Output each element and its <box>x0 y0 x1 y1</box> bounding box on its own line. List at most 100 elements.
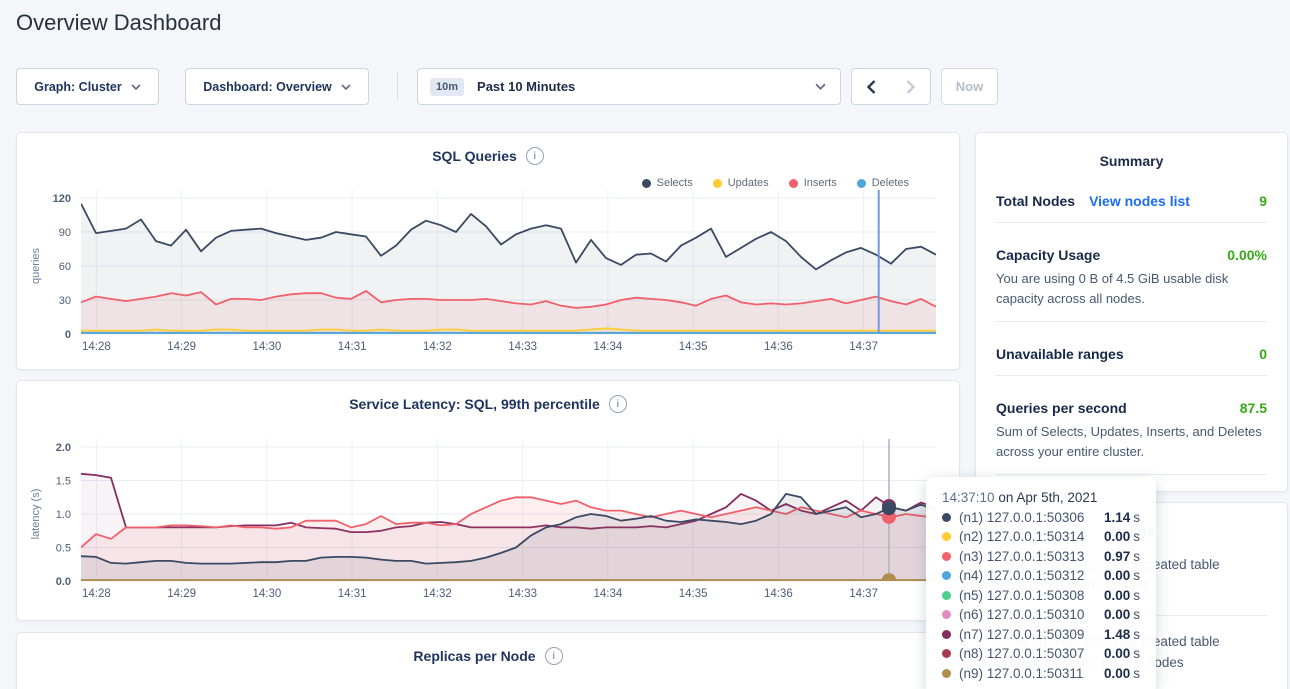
now-button[interactable]: Now <box>941 68 998 105</box>
tooltip-node-label: (n4) 127.0.0.1:50312 <box>959 568 1084 583</box>
tooltip-row: (n6) 127.0.0.1:50310 0.00s <box>942 607 1140 622</box>
tooltip-unit: s <box>1133 607 1140 622</box>
svg-text:14:36: 14:36 <box>764 341 793 353</box>
tooltip-unit: s <box>1133 646 1140 661</box>
svg-text:90: 90 <box>59 227 71 239</box>
divider <box>996 222 1267 223</box>
svg-text:14:33: 14:33 <box>508 588 537 600</box>
tooltip-unit: s <box>1133 549 1140 564</box>
tooltip-row: (n1) 127.0.0.1:50306 1.14s <box>942 510 1140 525</box>
tooltip-row: (n3) 127.0.0.1:50313 0.97s <box>942 549 1140 564</box>
tooltip-node-value: 0.00 <box>1104 568 1130 583</box>
queries-per-second-description: Sum of Selects, Updates, Inserts, and De… <box>996 422 1267 461</box>
svg-text:14:32: 14:32 <box>423 341 452 353</box>
dashboard-selector-dropdown[interactable]: Dashboard: Overview <box>185 68 369 105</box>
chart-hover-tooltip: 14:37:10 on Apr 5th, 2021 (n1) 127.0.0.1… <box>926 477 1156 689</box>
svg-text:0.5: 0.5 <box>56 543 71 555</box>
summary-title: Summary <box>976 133 1287 169</box>
summary-row-queries-per-second: Queries per second 87.5 <box>996 400 1267 416</box>
tooltip-node-label: (n2) 127.0.0.1:50314 <box>959 529 1084 544</box>
tooltip-node-label: (n1) 127.0.0.1:50306 <box>959 510 1084 525</box>
time-range-badge: 10m <box>430 78 464 96</box>
tooltip-unit: s <box>1133 568 1140 583</box>
replicas-per-node-chart-title: Replicas per Node <box>413 648 535 664</box>
tooltip-node-value: 0.00 <box>1104 646 1130 661</box>
chevron-down-icon <box>815 83 826 90</box>
view-nodes-list-link[interactable]: View nodes list <box>1089 193 1190 209</box>
tooltip-node-label: (n7) 127.0.0.1:50309 <box>959 627 1084 642</box>
svg-text:14:34: 14:34 <box>593 588 622 600</box>
chevron-left-icon <box>867 80 876 94</box>
chevron-right-icon <box>906 80 915 94</box>
svg-text:queries: queries <box>30 247 42 284</box>
series-dot <box>942 571 951 580</box>
tooltip-node-value: 0.97 <box>1104 549 1130 564</box>
overview-dashboard-screen: Overview Dashboard Graph: Cluster Dashbo… <box>0 0 1290 689</box>
queries-per-second-value: 87.5 <box>1240 400 1267 416</box>
toolbar-divider <box>397 72 398 101</box>
svg-text:14:31: 14:31 <box>338 341 367 353</box>
tooltip-node-label: (n9) 127.0.0.1:50311 <box>959 666 1083 681</box>
tooltip-date: on Apr 5th, 2021 <box>998 490 1097 505</box>
tooltip-unit: s <box>1133 510 1140 525</box>
capacity-usage-description: You are using 0 B of 4.5 GiB usable disk… <box>996 269 1267 308</box>
tooltip-row: (n7) 127.0.0.1:503091.48s <box>942 627 1140 642</box>
series-dot <box>942 669 951 678</box>
tooltip-unit: s <box>1133 529 1140 544</box>
tooltip-row: (n2) 127.0.0.1:50314 0.00s <box>942 529 1140 544</box>
svg-text:14:35: 14:35 <box>679 588 708 600</box>
series-dot <box>942 513 951 522</box>
sql-queries-card: SQL Queries i SelectsUpdatesInsertsDelet… <box>16 132 960 370</box>
tooltip-row: (n5) 127.0.0.1:503080.00s <box>942 588 1140 603</box>
time-prev-button[interactable] <box>852 69 891 104</box>
capacity-usage-value: 0.00% <box>1227 247 1267 263</box>
graph-selector-dropdown[interactable]: Graph: Cluster <box>16 68 159 105</box>
svg-text:1.5: 1.5 <box>56 476 71 488</box>
tooltip-unit: s <box>1133 666 1140 681</box>
svg-text:14:29: 14:29 <box>167 588 196 600</box>
svg-text:14:37: 14:37 <box>849 588 878 600</box>
series-dot <box>942 630 951 639</box>
tooltip-row: (n4) 127.0.0.1:50312 0.00s <box>942 568 1140 583</box>
time-range-label: Past 10 Minutes <box>477 79 575 94</box>
tooltip-node-label: (n6) 127.0.0.1:50310 <box>959 607 1084 622</box>
divider <box>996 375 1267 376</box>
total-nodes-value: 9 <box>1259 193 1267 209</box>
svg-text:14:30: 14:30 <box>252 588 281 600</box>
svg-text:60: 60 <box>59 261 71 273</box>
graph-selector-label: Graph: Cluster <box>34 80 122 94</box>
tooltip-time: 14:37:10 <box>942 490 995 505</box>
summary-panel: Summary Total Nodes View nodes list 9 Ca… <box>975 132 1288 492</box>
svg-text:14:33: 14:33 <box>508 341 537 353</box>
chevron-down-icon <box>131 84 141 90</box>
tooltip-unit: s <box>1133 627 1140 642</box>
svg-text:14:34: 14:34 <box>593 341 622 353</box>
summary-row-capacity-usage: Capacity Usage 0.00% <box>996 247 1267 263</box>
time-nav-group <box>851 68 931 105</box>
time-range-selector[interactable]: 10m Past 10 Minutes <box>417 68 841 105</box>
svg-text:14:36: 14:36 <box>764 588 793 600</box>
svg-text:14:28: 14:28 <box>82 588 111 600</box>
series-dot <box>942 610 951 619</box>
series-dot <box>942 552 951 561</box>
tooltip-rows: (n1) 127.0.0.1:503061.14s(n2) 127.0.0.1:… <box>942 510 1140 681</box>
svg-text:14:28: 14:28 <box>82 341 111 353</box>
svg-text:14:30: 14:30 <box>252 341 281 353</box>
series-dot <box>942 532 951 541</box>
tooltip-node-label: (n5) 127.0.0.1:50308 <box>959 588 1084 603</box>
unavailable-ranges-value: 0 <box>1259 346 1267 362</box>
tooltip-node-value: 1.14 <box>1104 510 1130 525</box>
chevron-down-icon <box>341 84 351 90</box>
service-latency-card: Service Latency: SQL, 99th percentile i … <box>16 380 960 621</box>
service-latency-chart[interactable]: 0.00.51.01.52.014:2814:2914:3014:3114:32… <box>17 381 961 616</box>
svg-text:30: 30 <box>59 295 71 307</box>
info-icon[interactable]: i <box>545 647 563 665</box>
svg-text:0: 0 <box>65 329 71 341</box>
tooltip-node-value: 0.00 <box>1104 529 1130 544</box>
tooltip-node-label: (n3) 127.0.0.1:50313 <box>959 549 1084 564</box>
svg-text:2.0: 2.0 <box>56 442 71 454</box>
sql-queries-chart[interactable]: 030609012014:2814:2914:3014:3114:3214:33… <box>17 133 961 368</box>
tooltip-node-value: 0.00 <box>1104 607 1130 622</box>
series-dot <box>942 649 951 658</box>
time-next-button[interactable] <box>891 69 930 104</box>
